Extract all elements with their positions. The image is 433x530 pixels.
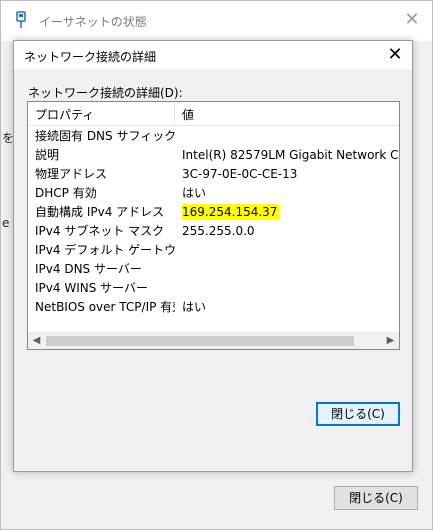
property-name: 自動構成 IPv4 アドレス: [35, 205, 165, 219]
close-icon[interactable]: ✕: [384, 44, 406, 66]
close-icon[interactable]: ✕: [402, 10, 422, 30]
list-item[interactable]: 説明 Intel(R) 82579LM Gigabit Network Conn…: [28, 146, 399, 165]
property-value: 3C-97-0E-0C-CE-13: [182, 167, 298, 181]
ethernet-status-title: イーサネットの状態: [39, 15, 147, 29]
dialog-close-button[interactable]: 閉じる(C): [316, 402, 400, 426]
property-name: NetBIOS over TCP/IP 有効: [35, 300, 175, 314]
scrollbar-thumb[interactable]: [46, 336, 354, 346]
list-item[interactable]: IPv4 サブネット マスク 255.255.0.0: [28, 222, 399, 241]
column-header-property[interactable]: プロパティ: [28, 102, 175, 126]
property-name: IPv4 DNS サーバー: [35, 262, 142, 276]
property-name: DHCP 有効: [35, 186, 97, 200]
property-name: 説明: [35, 148, 60, 162]
obscured-text-fragment: e: [2, 216, 10, 230]
ethernet-status-close-button[interactable]: 閉じる(C): [334, 486, 418, 510]
highlighted-ipv4-address: 169.254.154.37: [182, 204, 280, 220]
property-name: IPv4 デフォルト ゲートウェイ: [35, 243, 175, 257]
property-value-highlighted: 169.254.154.37: [182, 203, 399, 222]
horizontal-scrollbar[interactable]: ◀ ▶: [28, 332, 399, 349]
details-list-label: ネットワーク接続の詳細(D):: [28, 86, 183, 100]
network-adapter-icon: [13, 11, 29, 29]
property-value: Intel(R) 82579LM Gigabit Network Connect…: [182, 148, 399, 162]
list-item[interactable]: IPv4 デフォルト ゲートウェイ: [28, 241, 399, 260]
list-item[interactable]: NetBIOS over TCP/IP 有効 はい: [28, 298, 399, 317]
network-connection-details-dialog: ネットワーク接続の詳細 ✕ ネットワーク接続の詳細(D): プロパティ 値 接続…: [13, 40, 413, 472]
list-item[interactable]: 接続固有 DNS サフィックス: [28, 127, 399, 146]
list-item[interactable]: IPv4 DNS サーバー: [28, 260, 399, 279]
scroll-right-icon[interactable]: ▶: [382, 333, 399, 349]
property-value: はい: [182, 300, 207, 314]
dialog-title: ネットワーク接続の詳細: [24, 50, 157, 64]
dialog-titlebar: ネットワーク接続の詳細 ✕: [14, 41, 412, 69]
details-list[interactable]: プロパティ 値 接続固有 DNS サフィックス 説明 Intel(R) 8257…: [27, 101, 400, 350]
ethernet-status-titlebar: イーサネットの状態 ✕: [1, 1, 432, 41]
property-name: 物理アドレス: [35, 167, 108, 181]
list-item[interactable]: IPv4 WINS サーバー: [28, 279, 399, 298]
property-value: [182, 241, 399, 260]
property-value: [182, 260, 399, 279]
column-header-value[interactable]: 値: [175, 102, 399, 126]
property-name: IPv4 WINS サーバー: [35, 281, 149, 295]
property-value: [182, 279, 399, 298]
details-list-rows: 接続固有 DNS サフィックス 説明 Intel(R) 82579LM Giga…: [28, 127, 399, 317]
details-list-header: プロパティ 値: [28, 102, 399, 126]
property-name: IPv4 サブネット マスク: [35, 224, 165, 238]
list-item[interactable]: DHCP 有効 はい: [28, 184, 399, 203]
property-value: 255.255.0.0: [182, 224, 255, 238]
scroll-left-icon[interactable]: ◀: [28, 333, 45, 349]
list-item[interactable]: 物理アドレス 3C-97-0E-0C-CE-13: [28, 165, 399, 184]
property-name: 接続固有 DNS サフィックス: [35, 129, 175, 143]
property-value: [182, 127, 399, 146]
property-value: はい: [182, 186, 207, 200]
list-item[interactable]: 自動構成 IPv4 アドレス 169.254.154.37: [28, 203, 399, 222]
